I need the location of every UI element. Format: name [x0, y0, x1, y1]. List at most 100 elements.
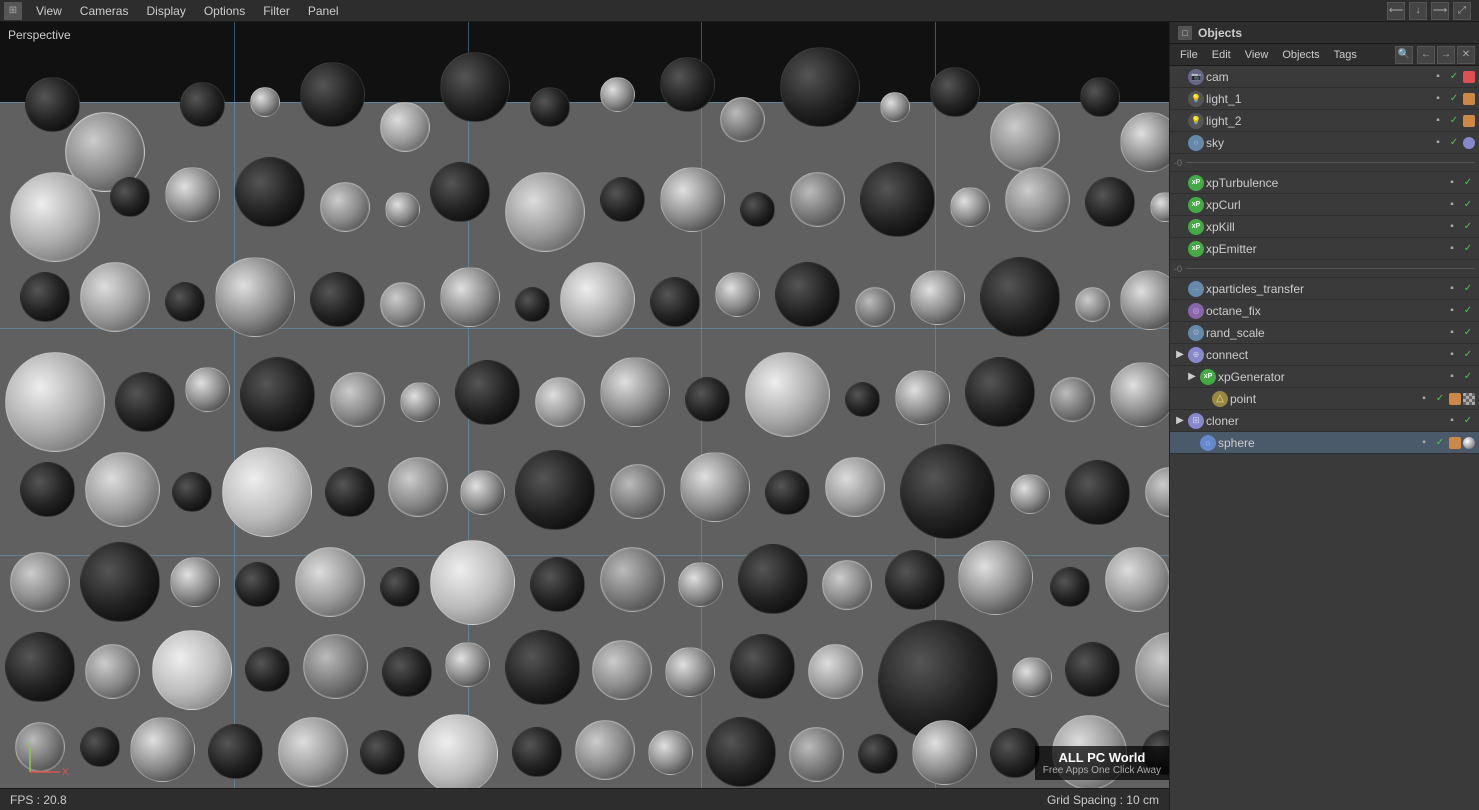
object-name: point — [1230, 392, 1415, 406]
list-item[interactable]: xP xpCurl ▪ ✓ — [1170, 194, 1479, 216]
visibility-btn[interactable]: ▪ — [1445, 414, 1459, 428]
list-item[interactable]: xP xpTurbulence ▪ ✓ — [1170, 172, 1479, 194]
render-btn[interactable]: ✓ — [1461, 282, 1475, 296]
visibility-btn[interactable]: ▪ — [1445, 370, 1459, 384]
menu-options[interactable]: Options — [196, 2, 253, 20]
visibility-btn[interactable]: ▪ — [1417, 436, 1431, 450]
visibility-btn[interactable]: ▪ — [1445, 348, 1459, 362]
menu-display[interactable]: Display — [138, 2, 193, 20]
window-btn-3[interactable]: ⟶ — [1431, 2, 1449, 20]
panel-menu-edit[interactable]: Edit — [1206, 47, 1237, 63]
expand-icon: ▶ — [1174, 415, 1186, 427]
visibility-btn[interactable]: ▪ — [1431, 136, 1445, 150]
svg-text:X: X — [62, 767, 69, 778]
render-btn[interactable]: ✓ — [1461, 348, 1475, 362]
expand-icon — [1174, 115, 1186, 127]
panel-menu-tags[interactable]: Tags — [1328, 47, 1363, 63]
object-name: xpTurbulence — [1206, 176, 1443, 190]
panel-close-btn[interactable]: ✕ — [1457, 46, 1475, 64]
render-btn[interactable]: ✓ — [1447, 136, 1461, 150]
watermark-sub: Free Apps One Click Away — [1043, 765, 1161, 776]
panel-arrow-right[interactable]: → — [1437, 46, 1455, 64]
obj-controls: ▪ ✓ — [1417, 392, 1475, 406]
visibility-btn[interactable]: ▪ — [1445, 220, 1459, 234]
list-item[interactable]: ⚙ rand_scale ▪ ✓ — [1170, 322, 1479, 344]
panel-menu-objects[interactable]: Objects — [1276, 47, 1325, 63]
list-item[interactable]: ▶ ⊕ connect ▪ ✓ — [1170, 344, 1479, 366]
visibility-btn[interactable]: ▪ — [1445, 304, 1459, 318]
window-btn-2[interactable]: ↓ — [1409, 2, 1427, 20]
list-item[interactable]: ▶ xP xpGenerator ▪ ✓ — [1170, 366, 1479, 388]
expand-icon: ▶ — [1186, 371, 1198, 383]
viewport[interactable]: Perspective — [0, 22, 1169, 810]
render-btn[interactable]: ✓ — [1461, 370, 1475, 384]
expand-icon — [1174, 177, 1186, 189]
menu-view[interactable]: View — [28, 2, 70, 20]
menu-cameras[interactable]: Cameras — [72, 2, 137, 20]
render-btn[interactable]: ✓ — [1433, 392, 1447, 406]
obj-controls: ▪ ✓ — [1445, 282, 1475, 296]
expand-icon — [1174, 305, 1186, 317]
main-content: Perspective — [0, 22, 1479, 810]
list-item[interactable]: ◎ octane_fix ▪ ✓ — [1170, 300, 1479, 322]
visibility-btn[interactable]: ▪ — [1431, 92, 1445, 106]
list-item[interactable]: ▶ ⊞ cloner ▪ ✓ — [1170, 410, 1479, 432]
render-btn[interactable]: ✓ — [1461, 220, 1475, 234]
visibility-btn[interactable]: ▪ — [1445, 242, 1459, 256]
separator-row: -0 — [1170, 260, 1479, 278]
visibility-btn[interactable]: ▪ — [1445, 176, 1459, 190]
spheres-container — [0, 22, 1169, 810]
list-item-sphere[interactable]: ○ sphere ▪ ✓ — [1170, 432, 1479, 454]
render-btn[interactable]: ✓ — [1447, 114, 1461, 128]
visibility-btn[interactable]: ▪ — [1431, 70, 1445, 84]
list-item[interactable]: → xparticles_transfer ▪ ✓ — [1170, 278, 1479, 300]
light-icon: 💡 — [1188, 91, 1204, 107]
visibility-btn[interactable]: ▪ — [1445, 198, 1459, 212]
panel-menu-view[interactable]: View — [1239, 47, 1275, 63]
camera-icon: 📷 — [1188, 69, 1204, 85]
obj-controls: ▪ ✓ — [1445, 304, 1475, 318]
window-btn-1[interactable]: ⟵ — [1387, 2, 1405, 20]
list-item[interactable]: xP xpKill ▪ ✓ — [1170, 216, 1479, 238]
menu-filter[interactable]: Filter — [255, 2, 298, 20]
obj-controls: ▪ ✓ — [1445, 348, 1475, 362]
visibility-btn[interactable]: ▪ — [1445, 326, 1459, 340]
color-dot — [1463, 93, 1475, 105]
visibility-btn[interactable]: ▪ — [1417, 392, 1431, 406]
render-btn[interactable]: ✓ — [1461, 198, 1475, 212]
render-btn[interactable]: ✓ — [1447, 92, 1461, 106]
objects-panel: □ Objects File Edit View Objects Tags 🔍 … — [1169, 22, 1479, 810]
obj-controls: ▪ ✓ — [1445, 370, 1475, 384]
list-item[interactable]: 📷 cam ▪ ✓ — [1170, 66, 1479, 88]
panel-search-btn[interactable]: 🔍 — [1395, 46, 1413, 64]
render-btn[interactable]: ✓ — [1461, 176, 1475, 190]
expand-icon — [1174, 327, 1186, 339]
list-item[interactable]: xP xpEmitter ▪ ✓ — [1170, 238, 1479, 260]
list-item[interactable]: ○ sky ▪ ✓ — [1170, 132, 1479, 154]
point-icon: △ — [1212, 391, 1228, 407]
render-btn[interactable]: ✓ — [1461, 326, 1475, 340]
panel-arrow-left[interactable]: ← — [1417, 46, 1435, 64]
list-item[interactable]: 💡 light_2 ▪ ✓ — [1170, 110, 1479, 132]
list-item[interactable]: △ point ▪ ✓ — [1170, 388, 1479, 410]
object-name: xpCurl — [1206, 198, 1443, 212]
render-btn[interactable]: ✓ — [1461, 304, 1475, 318]
render-btn[interactable]: ✓ — [1433, 436, 1447, 450]
obj-controls: ▪ ✓ — [1445, 242, 1475, 256]
object-name: cloner — [1206, 414, 1443, 428]
list-item[interactable]: 💡 light_1 ▪ ✓ — [1170, 88, 1479, 110]
color-dot — [1463, 71, 1475, 83]
render-btn[interactable]: ✓ — [1461, 242, 1475, 256]
window-fullscreen[interactable]: ⤢ — [1453, 2, 1471, 20]
sphere-icon: ○ — [1200, 435, 1216, 451]
expand-icon — [1186, 437, 1198, 449]
visibility-btn[interactable]: ▪ — [1431, 114, 1445, 128]
visibility-btn[interactable]: ▪ — [1445, 282, 1459, 296]
menu-panel[interactable]: Panel — [300, 2, 347, 20]
xp-emitter-icon: xP — [1188, 241, 1204, 257]
color-dot-orange — [1449, 437, 1461, 449]
render-btn[interactable]: ✓ — [1461, 414, 1475, 428]
obj-controls: ▪ ✓ — [1431, 114, 1475, 128]
panel-menu-file[interactable]: File — [1174, 47, 1204, 63]
render-btn[interactable]: ✓ — [1447, 70, 1461, 84]
